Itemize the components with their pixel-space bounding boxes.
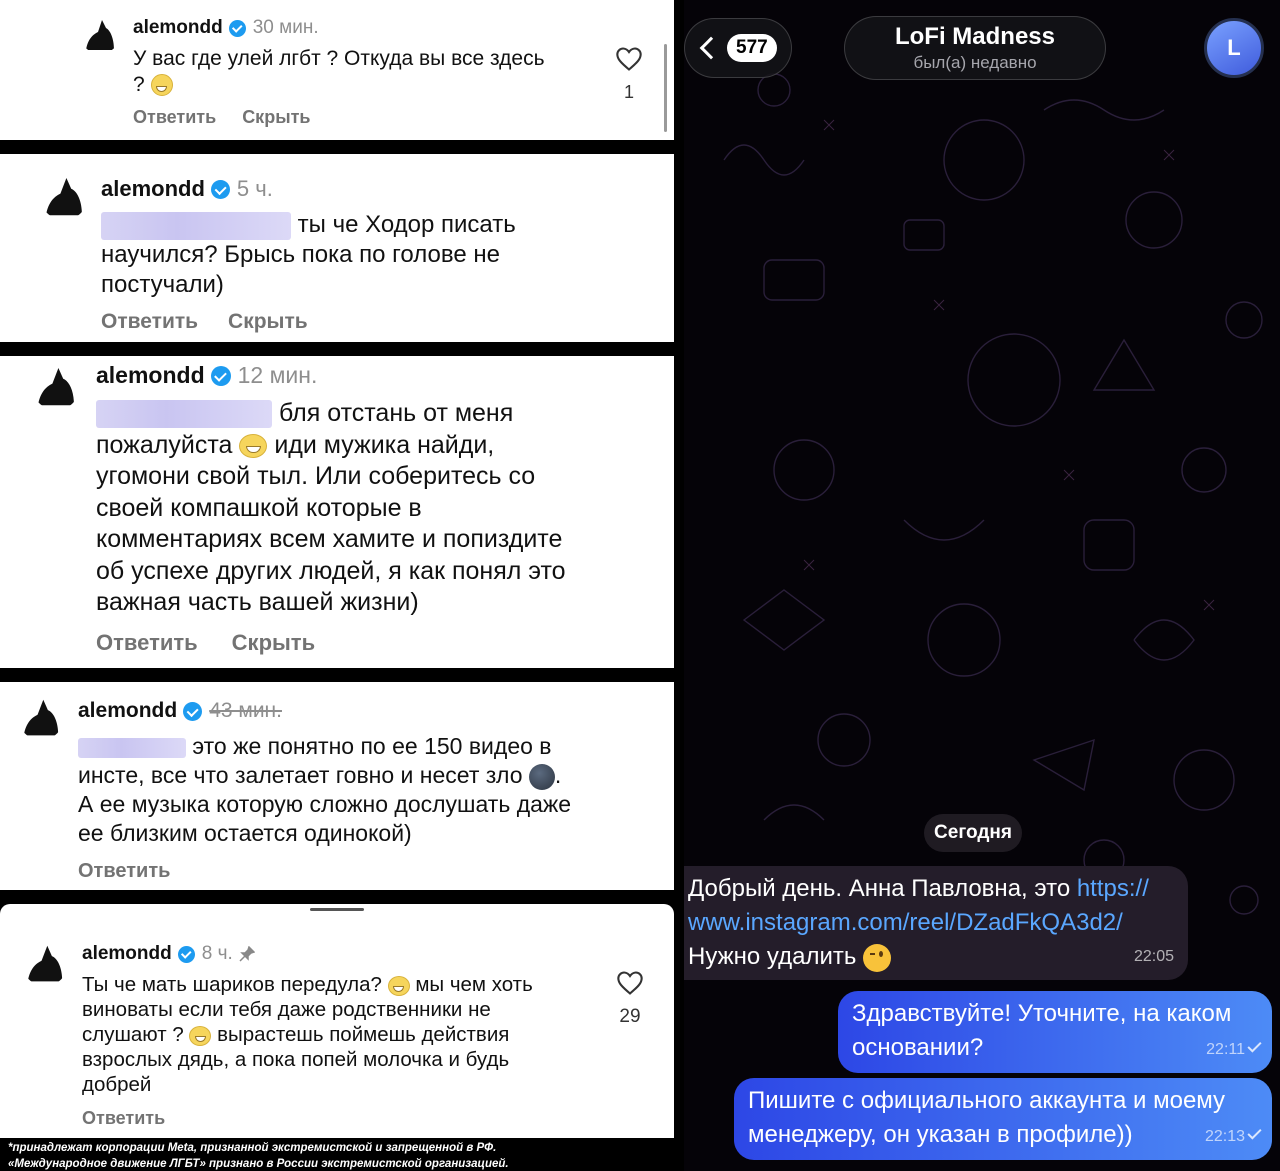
comment-text: У вас где улей лгбт ? Откуда вы все здес… xyxy=(133,47,545,97)
reply-button[interactable]: Ответить xyxy=(78,860,170,883)
username[interactable]: alemondd xyxy=(133,17,223,39)
pin-icon xyxy=(239,946,255,962)
comment-header: alemondd 5 ч. xyxy=(101,176,273,202)
chat-header[interactable]: LoFi Madness был(а) недавно xyxy=(844,16,1106,80)
avatar[interactable] xyxy=(22,940,68,986)
like-control[interactable]: 29 xyxy=(608,970,652,1028)
heart-icon[interactable] xyxy=(616,970,644,996)
comment-actions: Ответить Скрыть xyxy=(133,107,310,128)
comment-time: 30 мин. xyxy=(252,17,319,38)
date-divider: Сегодня xyxy=(924,814,1022,852)
avatar[interactable] xyxy=(18,694,64,740)
comment-text: Ты че мать шариков передула? мы чем хоть… xyxy=(82,973,533,1096)
instagram-comments-collage: alemondd 30 мин. У вас где улей лгбт ? О… xyxy=(0,0,676,1171)
scrollbar[interactable] xyxy=(664,44,667,132)
username[interactable]: alemondd xyxy=(101,176,205,202)
username[interactable]: alemondd xyxy=(78,699,177,723)
avatar[interactable] xyxy=(40,172,88,220)
comment-card: alemondd 8 ч. Ты че мать шариков передул… xyxy=(0,904,674,1138)
username[interactable]: alemondd xyxy=(96,362,205,389)
grin-emoji-icon xyxy=(189,1025,212,1046)
telegram-chat: 577 LoFi Madness был(а) недавно L Сегодн… xyxy=(684,0,1280,1171)
comment-text: ты че Ходор писать научился? Брысь пока … xyxy=(101,211,516,298)
message-outgoing[interactable]: Пишите с официального аккаунта и моему м… xyxy=(734,1078,1272,1160)
comment-text: бля отстань от меня пожалуйста иди мужик… xyxy=(96,399,566,616)
message-time: 22:13 xyxy=(1205,1120,1262,1154)
chat-avatar[interactable]: L xyxy=(1204,18,1264,78)
reply-button[interactable]: Ответить xyxy=(82,1108,165,1129)
username[interactable]: alemondd xyxy=(82,943,172,965)
chat-status: был(а) недавно xyxy=(913,53,1037,72)
read-check-icon xyxy=(1247,1038,1262,1053)
verified-badge-icon xyxy=(210,179,230,199)
comment-time: 43 мин. xyxy=(209,699,282,722)
wink-emoji-icon xyxy=(863,943,892,972)
like-count: 29 xyxy=(619,1006,641,1027)
comment-card: alemondd 12 мин. бля отстань от меня пож… xyxy=(0,356,674,668)
unread-count-badge: 577 xyxy=(727,34,777,62)
hide-button[interactable]: Скрыть xyxy=(242,107,310,128)
laughing-emoji-icon xyxy=(239,433,268,458)
comment-header: alemondd 43 мин. xyxy=(78,699,282,723)
verified-badge-icon xyxy=(177,945,195,963)
grin-emoji-icon xyxy=(150,74,173,97)
reply-button[interactable]: Ответить xyxy=(96,630,198,656)
comment-header: alemondd 8 ч. xyxy=(82,943,255,965)
redacted-username xyxy=(96,400,272,429)
hide-button[interactable]: Скрыть xyxy=(228,310,308,334)
comment-card: alemondd 43 мин. это же понятно по ее 15… xyxy=(0,682,674,890)
comment-actions: Ответить Скрыть xyxy=(101,310,308,334)
hide-button[interactable]: Скрыть xyxy=(232,630,315,656)
legal-disclaimer: *принадлежат корпорации Meta, признанной… xyxy=(8,1142,509,1170)
comment-actions: Ответить xyxy=(78,860,170,883)
comment-card: alemondd 30 мин. У вас где улей лгбт ? О… xyxy=(0,0,674,140)
comment-header: alemondd 30 мин. xyxy=(133,17,319,39)
comment-actions: Ответить xyxy=(82,1108,165,1129)
like-count: 1 xyxy=(623,82,634,102)
laughing-emoji-icon xyxy=(387,975,410,996)
avatar[interactable] xyxy=(32,362,80,410)
avatar[interactable] xyxy=(80,14,120,54)
comment-header: alemondd 12 мин. xyxy=(96,362,317,389)
redacted-username xyxy=(78,737,186,758)
message-incoming[interactable]: Добрый день. Анна Павловна, это https://… xyxy=(684,866,1188,980)
verified-badge-icon xyxy=(228,19,246,37)
back-button[interactable]: 577 xyxy=(684,18,792,78)
chat-title: LoFi Madness xyxy=(894,23,1056,50)
comment-card: alemondd 5 ч. ты че Ходор писать научилс… xyxy=(0,154,674,342)
reply-button[interactable]: Ответить xyxy=(101,310,198,334)
message-time: 22:11 xyxy=(1206,1033,1262,1067)
comment-time: 12 мин. xyxy=(237,362,318,388)
message-outgoing[interactable]: Здравствуйте! Уточните, на каком основан… xyxy=(838,991,1272,1073)
reply-button[interactable]: Ответить xyxy=(133,107,216,128)
comment-time: 5 ч. xyxy=(236,176,273,201)
like-control[interactable]: 1 xyxy=(610,46,648,103)
comment-time: 8 ч. xyxy=(201,943,233,964)
verified-badge-icon xyxy=(210,365,231,386)
chevron-left-icon xyxy=(699,36,723,60)
verified-badge-icon xyxy=(183,701,203,721)
read-check-icon xyxy=(1247,1125,1262,1140)
message-time: 22:05 xyxy=(1133,948,1174,965)
redacted-username xyxy=(101,211,291,240)
heart-icon[interactable] xyxy=(615,46,643,72)
sheet-grabber[interactable] xyxy=(310,908,364,911)
comment-text: это же понятно по ее 150 видео в инсте, … xyxy=(78,733,572,846)
comment-actions: Ответить Скрыть xyxy=(96,630,315,656)
new-moon-emoji-icon xyxy=(528,763,555,790)
